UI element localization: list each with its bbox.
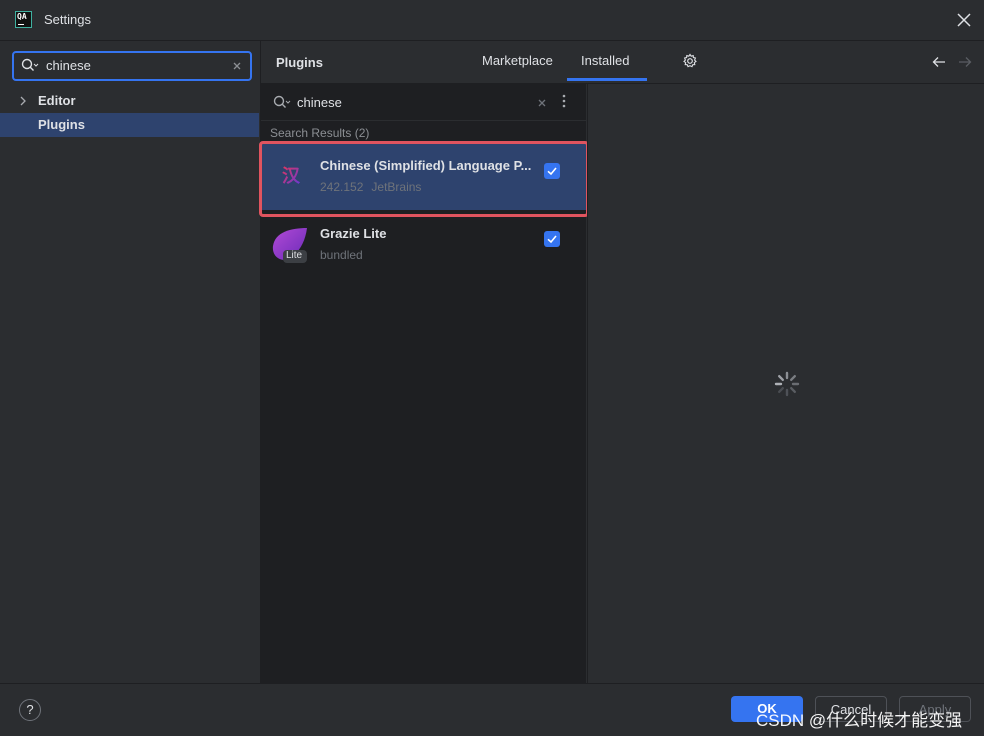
plugin-search-field[interactable] (261, 84, 586, 121)
tab-marketplace[interactable]: Marketplace (482, 53, 553, 68)
help-button[interactable]: ? (19, 699, 41, 721)
settings-sidebar: Editor Plugins (0, 41, 261, 683)
settings-search-field[interactable] (12, 51, 252, 81)
han-character-icon: 汉 (277, 161, 305, 192)
plugin-name: Chinese (Simplified) Language P... (320, 158, 532, 173)
plugins-header: Plugins Marketplace Installed (261, 41, 984, 84)
loading-spinner-icon (773, 370, 801, 401)
sidebar-item-label: Editor (38, 93, 76, 108)
sidebar-item-plugins[interactable]: Plugins (0, 113, 259, 137)
title-bar: QA Settings (0, 0, 984, 41)
app-icon-text: QA (17, 12, 27, 21)
watermark-text: CSDN @什么时候才能变强 (756, 711, 963, 730)
icon-badge-label: Lite (286, 250, 303, 261)
app-icon: QA (15, 11, 32, 28)
sidebar-item-editor[interactable]: Editor (0, 89, 259, 113)
search-icon (273, 95, 291, 112)
plugin-version: 242.152 (320, 180, 364, 194)
search-results-label: Search Results (2) (270, 126, 370, 140)
more-options-icon[interactable] (562, 94, 566, 111)
plugin-meta: bundled (320, 248, 371, 262)
settings-search-input[interactable] (46, 56, 226, 74)
plugin-enabled-checkbox[interactable] (544, 163, 560, 179)
tab-installed[interactable]: Installed (581, 53, 629, 68)
forward-arrow-icon[interactable] (958, 56, 972, 71)
plugin-name: Grazie Lite (320, 226, 387, 241)
window-title: Settings (44, 12, 91, 27)
plugin-vendor: bundled (320, 248, 363, 262)
plugin-list-pane: Search Results (2) 汉 Chinese (Simplified… (261, 84, 586, 683)
close-icon[interactable] (952, 8, 976, 32)
clear-search-icon[interactable] (232, 59, 242, 74)
plugin-item-chinese[interactable]: 汉 Chinese (Simplified) Language P... 242… (261, 144, 586, 210)
gear-icon[interactable] (682, 53, 698, 72)
plugin-item-grazie-lite[interactable]: Lite Grazie Lite bundled (261, 212, 586, 278)
plugin-enabled-checkbox[interactable] (544, 231, 560, 247)
plugin-search-input[interactable] (297, 93, 517, 111)
search-icon (21, 58, 39, 75)
plugin-vendor: JetBrains (371, 180, 422, 194)
back-arrow-icon[interactable] (932, 56, 946, 71)
plugin-meta: 242.152 JetBrains (320, 180, 429, 194)
clear-search-icon[interactable] (537, 96, 547, 111)
active-tab-indicator (567, 78, 647, 81)
grazie-lite-icon: Lite (271, 226, 311, 269)
svg-text:汉: 汉 (282, 166, 301, 187)
sidebar-item-label: Plugins (38, 117, 85, 132)
page-title: Plugins (276, 55, 323, 70)
plugin-detail-pane (587, 84, 984, 683)
